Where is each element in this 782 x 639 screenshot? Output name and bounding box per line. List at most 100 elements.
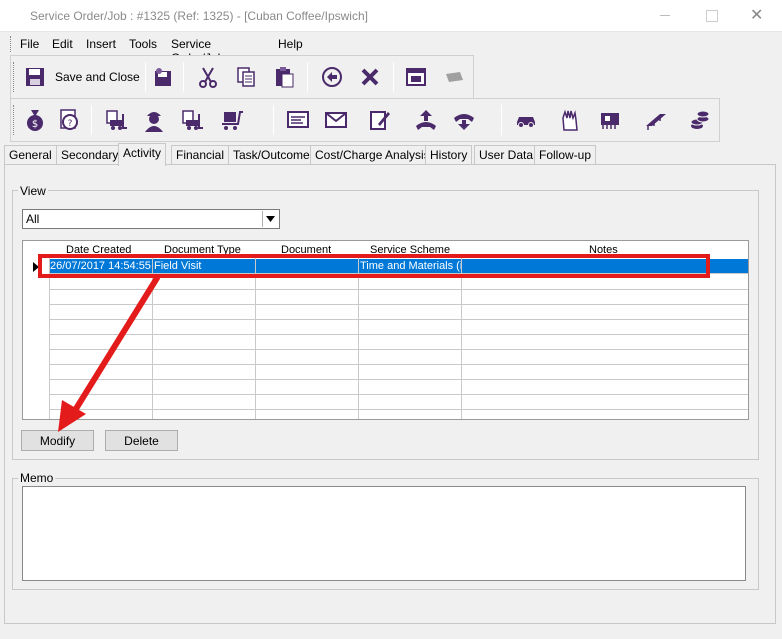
tab-user-data[interactable]: User Data [474, 145, 539, 165]
grid-header: Date Created Document Type Document Serv… [23, 241, 748, 258]
tab-general[interactable]: General [4, 145, 57, 165]
toolbar-grip [13, 105, 16, 135]
phone-hangup-button[interactable] [447, 103, 481, 137]
tab-history[interactable]: History [425, 145, 473, 165]
money-bag-icon: $ [24, 108, 46, 132]
title-bar: Service Order/Job : #1325 (Ref: 1325) - … [0, 0, 782, 32]
memo-group-label: Memo [18, 471, 56, 485]
close-icon: ✕ [750, 7, 764, 24]
table-row-empty [49, 335, 748, 350]
circuit-board-icon [598, 108, 622, 132]
help-circle-icon: ? [58, 108, 80, 132]
coins-button[interactable] [683, 103, 717, 137]
grid-line [152, 258, 153, 419]
memo-textarea[interactable] [22, 486, 746, 581]
edit-button[interactable] [363, 103, 397, 137]
technician-button[interactable] [137, 103, 171, 137]
delete-toolbar-button[interactable] [353, 60, 387, 94]
menu-help[interactable]: Help [278, 37, 303, 51]
undo-icon [321, 66, 343, 88]
toolbar-grip [13, 62, 16, 92]
column-header-document[interactable]: Document [281, 244, 331, 256]
column-header-notes[interactable]: Notes [589, 244, 618, 256]
save-and-close-label: Save and Close [55, 70, 140, 84]
chevron-down-icon[interactable] [262, 211, 278, 227]
conveyor-icon [644, 108, 668, 132]
minimize-button[interactable] [642, 0, 688, 31]
table-row-empty [49, 290, 748, 305]
document-button[interactable] [281, 103, 315, 137]
window-icon [405, 66, 427, 88]
close-button[interactable]: ✕ [734, 0, 780, 31]
activity-grid[interactable]: Date Created Document Type Document Serv… [22, 240, 749, 420]
maximize-button[interactable] [688, 0, 734, 31]
forklift-button-2[interactable] [175, 103, 209, 137]
menu-edit[interactable]: Edit [52, 37, 73, 51]
table-row-empty [49, 395, 748, 410]
tab-secondary[interactable]: Secondary [56, 145, 124, 165]
cut-button[interactable] [191, 60, 225, 94]
disabled-icon [443, 66, 465, 88]
circuit-board-button[interactable] [593, 103, 627, 137]
save-all-button[interactable] [147, 60, 179, 94]
cart-button[interactable] [215, 103, 249, 137]
save-icon [25, 67, 45, 87]
view-filter-select[interactable]: All [22, 209, 280, 229]
svg-text:$: $ [32, 119, 38, 130]
delete-icon [359, 66, 381, 88]
svg-text:?: ? [68, 119, 73, 129]
table-row[interactable]: 26/07/2017 14:54:55 Field Visit Time and… [49, 259, 748, 274]
disabled-button[interactable] [437, 60, 471, 94]
car-button[interactable] [509, 103, 543, 137]
undo-button[interactable] [315, 60, 349, 94]
tab-activity[interactable]: Activity [118, 143, 167, 166]
menu-tools[interactable]: Tools [129, 37, 157, 51]
tab-task-outcome[interactable]: Task/Outcome [228, 145, 315, 165]
view-filter-value: All [26, 212, 40, 226]
technician-icon [142, 108, 166, 132]
email-button[interactable] [319, 103, 353, 137]
grid-line [49, 258, 50, 419]
table-row-empty [49, 320, 748, 335]
phone-out-button[interactable] [409, 103, 443, 137]
save-and-close-button[interactable]: Save and Close [21, 60, 143, 94]
copy-button[interactable] [229, 60, 263, 94]
phone-hangup-icon [452, 108, 476, 132]
hand-button[interactable] [553, 103, 587, 137]
edit-icon [368, 108, 392, 132]
table-row-empty [49, 380, 748, 395]
coins-icon [688, 108, 712, 132]
window-button[interactable] [399, 60, 433, 94]
menu-file[interactable]: File [20, 37, 39, 51]
copy-icon [235, 66, 257, 88]
conveyor-button[interactable] [639, 103, 673, 137]
grid-line [358, 258, 359, 419]
cell-service-scheme: Time and Materials (i [360, 260, 461, 272]
forklift-icon [104, 108, 128, 132]
modify-button[interactable]: Modify [21, 430, 94, 451]
paste-button[interactable] [267, 60, 301, 94]
table-row-empty [49, 275, 748, 290]
secondary-toolbar: $ ? [10, 98, 720, 142]
save-all-icon [152, 66, 174, 88]
tab-cost-charge-analysis[interactable]: Cost/Charge Analysis [310, 145, 435, 165]
column-header-document-type[interactable]: Document Type [164, 244, 241, 256]
window-title: Service Order/Job : #1325 (Ref: 1325) - … [30, 9, 368, 23]
menu-insert[interactable]: Insert [86, 37, 116, 51]
car-icon [514, 108, 538, 132]
money-bag-button[interactable]: $ [19, 103, 51, 137]
tab-follow-up[interactable]: Follow-up [534, 145, 597, 165]
document-icon [286, 108, 310, 132]
table-row-empty [49, 410, 748, 419]
main-toolbar: Save and Close [10, 55, 474, 99]
column-header-date-created[interactable]: Date Created [66, 244, 131, 256]
tab-financial[interactable]: Financial [171, 145, 230, 165]
help-button[interactable]: ? [53, 103, 85, 137]
grid-line [461, 258, 462, 419]
forklift-button[interactable] [99, 103, 133, 137]
column-header-service-scheme[interactable]: Service Scheme [370, 244, 450, 256]
delete-button[interactable]: Delete [105, 430, 178, 451]
cell-document [256, 259, 358, 274]
forklift-icon [180, 108, 204, 132]
menu-grip [10, 36, 14, 52]
